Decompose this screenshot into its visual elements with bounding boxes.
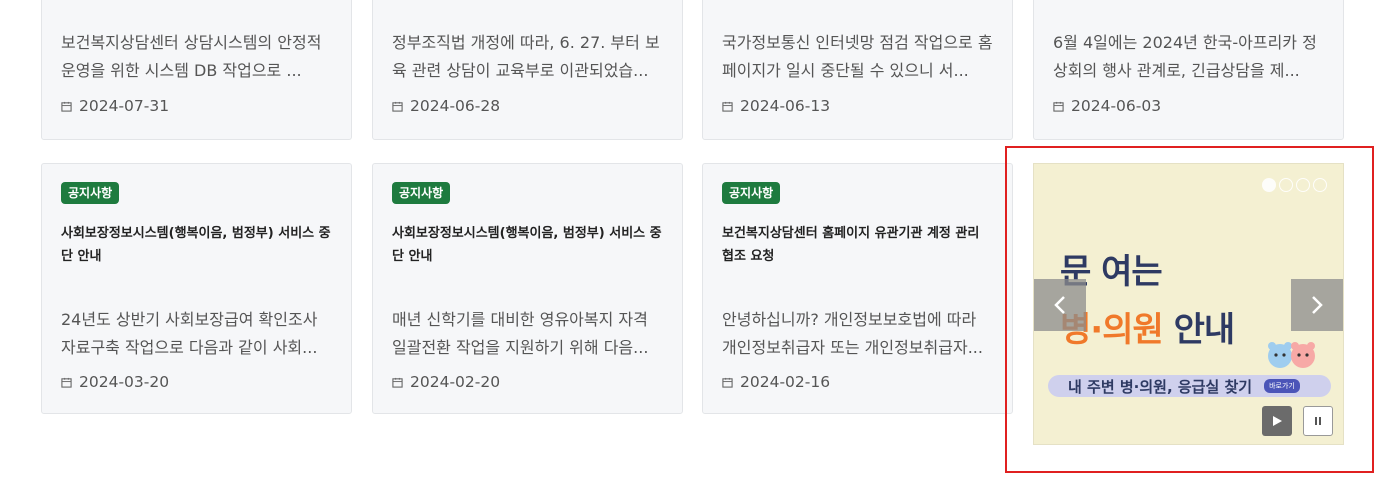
card-title[interactable]: 사회보장정보시스템(행복이음, 범정부) 서비스 중단 안내 <box>392 222 664 268</box>
calendar-icon <box>722 377 733 388</box>
notice-card[interactable]: 6월 4일에는 2024년 한국-아프리카 정상회의 행사 관계로, 긴급상담을… <box>1033 0 1344 140</box>
calendar-icon <box>722 101 733 112</box>
card-date: 2024-03-20 <box>61 373 169 391</box>
chevron-left-icon <box>1054 296 1065 314</box>
carousel-dot[interactable] <box>1262 178 1276 192</box>
banner-cta-text: 내 주변 병·의원, 응급실 찾기 <box>1068 377 1253 396</box>
date-text: 2024-02-16 <box>740 373 831 391</box>
notice-badge: 공지사항 <box>61 182 120 204</box>
card-summary: 국가정보통신 인터넷망 점검 작업으로 홈페이지가 일시 중단될 수 있으니 서… <box>722 33 993 80</box>
carousel-dot[interactable] <box>1313 178 1327 192</box>
card-title[interactable]: 보건복지상담센터 홈페이지 유관기관 계정 관리 협조 요청 <box>722 222 994 268</box>
notice-card[interactable]: 공지사항 보건복지상담센터 홈페이지 유관기관 계정 관리 협조 요청 안녕하십… <box>702 163 1013 414</box>
carousel-dot[interactable] <box>1279 178 1293 192</box>
notice-badge: 공지사항 <box>392 182 451 204</box>
notice-card[interactable]: 국가정보통신 인터넷망 점검 작업으로 홈페이지가 일시 중단될 수 있으니 서… <box>702 0 1013 140</box>
banner-subheadline: 병·의원 안내 <box>1060 302 1236 351</box>
date-text: 2024-02-20 <box>410 373 501 391</box>
date-text: 2024-06-13 <box>740 97 831 115</box>
card-summary: 보건복지상담센터 상담시스템의 안정적 운영을 위한 시스템 DB 작업으로 .… <box>61 33 322 80</box>
date-text: 2024-07-31 <box>79 97 170 115</box>
calendar-icon <box>1053 101 1064 112</box>
carousel-pause-button[interactable] <box>1303 406 1333 436</box>
notice-card[interactable]: 공지사항 사회보장정보시스템(행복이음, 범정부) 서비스 중단 안내 24년도… <box>41 163 352 414</box>
carousel-dot[interactable] <box>1296 178 1310 192</box>
carousel-next-button[interactable] <box>1291 279 1343 331</box>
card-summary: 6월 4일에는 2024년 한국-아프리카 정상회의 행사 관계로, 긴급상담을… <box>1053 33 1317 80</box>
notice-card[interactable]: 정부조직법 개정에 따라, 6. 27. 부터 보육 관련 상담이 교육부로 이… <box>372 0 683 140</box>
card-date: 2024-02-20 <box>392 373 500 391</box>
card-date: 2024-06-03 <box>1053 97 1161 115</box>
carousel-indicators <box>1262 178 1327 192</box>
banner-carousel[interactable]: 문 여는 병·의원 안내 내 주변 병·의원, 응급실 찾기 바로가기 <box>1033 163 1344 445</box>
banner-headline-rest: 안내 <box>1162 310 1236 350</box>
pause-icon <box>1315 417 1321 425</box>
card-title[interactable]: 사회보장정보시스템(행복이음, 범정부) 서비스 중단 안내 <box>61 222 333 268</box>
date-text: 2024-03-20 <box>79 373 170 391</box>
calendar-icon <box>392 101 403 112</box>
card-summary: 안녕하십니까? 개인정보보호법에 따라 개인정보취급자 또는 개인정보취급자..… <box>722 310 983 357</box>
card-date: 2024-07-31 <box>61 97 169 115</box>
play-icon <box>1273 416 1282 426</box>
card-date: 2024-06-28 <box>392 97 500 115</box>
card-summary: 정부조직법 개정에 따라, 6. 27. 부터 보육 관련 상담이 교육부로 이… <box>392 33 660 80</box>
card-date: 2024-06-13 <box>722 97 830 115</box>
card-date: 2024-02-16 <box>722 373 830 391</box>
banner-cta-button[interactable]: 바로가기 <box>1264 379 1300 393</box>
carousel-play-button[interactable] <box>1262 406 1292 436</box>
notice-card[interactable]: 공지사항 사회보장정보시스템(행복이음, 범정부) 서비스 중단 안내 매년 신… <box>372 163 683 414</box>
calendar-icon <box>392 377 403 388</box>
date-text: 2024-06-03 <box>1071 97 1162 115</box>
card-summary: 24년도 상반기 사회보장급여 확인조사 자료구축 작업으로 다음과 같이 사회… <box>61 310 318 357</box>
chevron-right-icon <box>1312 296 1323 314</box>
card-summary: 매년 신학기를 대비한 영유아복지 자격 일괄전환 작업을 지원하기 위해 다음… <box>392 310 649 357</box>
mascot-characters-icon <box>1268 342 1315 378</box>
notice-badge: 공지사항 <box>722 182 781 204</box>
notice-card[interactable]: 보건복지상담센터 상담시스템의 안정적 운영을 위한 시스템 DB 작업으로 .… <box>41 0 352 140</box>
calendar-icon <box>61 377 72 388</box>
calendar-icon <box>61 101 72 112</box>
banner-cta-pill[interactable]: 내 주변 병·의원, 응급실 찾기 바로가기 <box>1048 375 1331 397</box>
carousel-prev-button[interactable] <box>1034 279 1086 331</box>
date-text: 2024-06-28 <box>410 97 501 115</box>
